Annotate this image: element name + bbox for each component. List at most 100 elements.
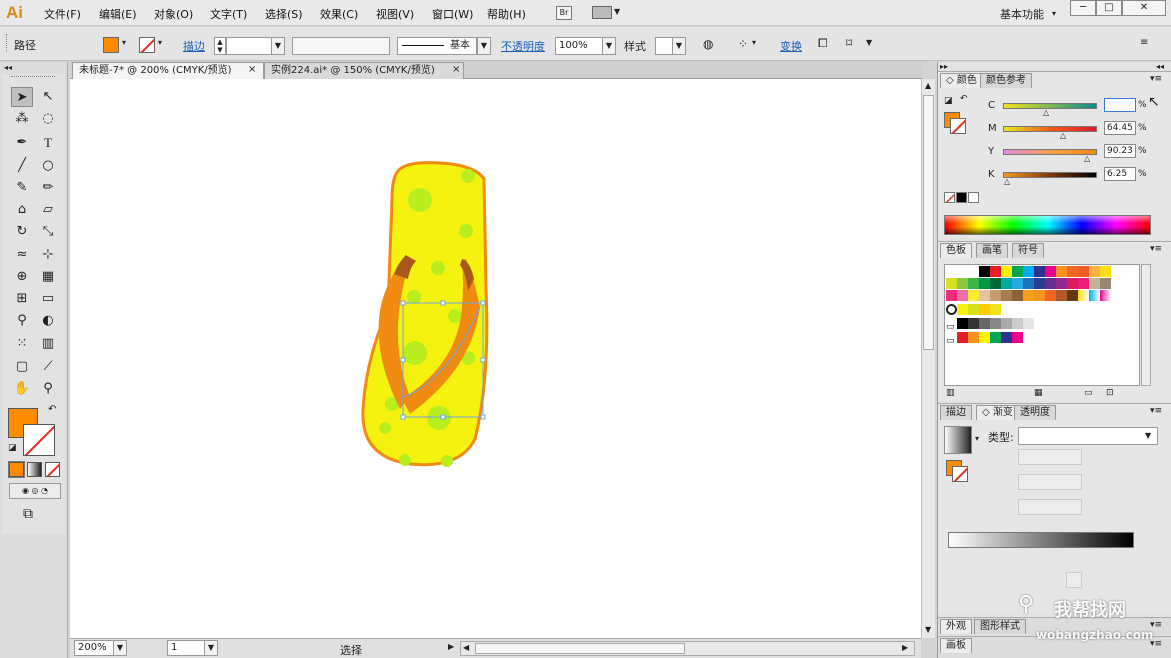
transform-link[interactable]: 变换 <box>780 38 802 54</box>
gradient-slider[interactable] <box>948 532 1134 548</box>
artboard-tool-icon[interactable]: ▢ <box>11 357 33 377</box>
tab-stroke[interactable]: 描边 <box>940 405 972 420</box>
swatch[interactable] <box>1078 278 1089 289</box>
swatch[interactable] <box>1001 266 1012 277</box>
grip-handle[interactable] <box>6 34 8 52</box>
swatch[interactable] <box>990 278 1001 289</box>
swatch[interactable] <box>979 332 990 343</box>
close-tab-icon[interactable]: × <box>452 64 460 75</box>
black-input[interactable]: 6.25 <box>1104 167 1136 181</box>
swatch[interactable] <box>968 266 979 277</box>
swatch[interactable] <box>968 278 979 289</box>
swatch[interactable] <box>1034 290 1045 301</box>
color-spectrum[interactable] <box>944 215 1151 235</box>
chevron-down-icon[interactable]: ▼ <box>113 640 127 656</box>
folder-icon[interactable]: ▭ <box>946 336 957 347</box>
minimize-button[interactable]: ─ <box>1070 0 1096 16</box>
stroke-swatch[interactable] <box>139 37 155 53</box>
swatch[interactable] <box>1067 290 1078 301</box>
selection-handle[interactable] <box>400 357 406 363</box>
stroke-link[interactable]: 描边 <box>183 38 205 54</box>
slider-thumb[interactable]: △ <box>1004 177 1010 186</box>
swatch[interactable] <box>1012 278 1023 289</box>
swatch[interactable] <box>1012 290 1023 301</box>
shape-builder-icon[interactable]: ⊕ <box>11 267 33 287</box>
swatch[interactable] <box>990 266 1001 277</box>
gradient-tool-icon[interactable]: ▭ <box>37 289 59 309</box>
swatch[interactable] <box>1056 278 1067 289</box>
chevron-down-icon[interactable]: ▼ <box>866 38 872 47</box>
swatch[interactable] <box>1034 266 1045 277</box>
swatch[interactable] <box>1023 278 1034 289</box>
line-tool-icon[interactable]: ╱ <box>11 156 33 176</box>
tab-color-guide[interactable]: 颜色参考 <box>980 73 1032 88</box>
collapse-icon[interactable]: ◂◂ <box>4 63 12 72</box>
tab-color[interactable]: ◇ 颜色 <box>940 73 983 88</box>
swatch[interactable] <box>990 318 1001 329</box>
stroke-color-box[interactable] <box>23 424 55 456</box>
swatch[interactable] <box>1045 278 1056 289</box>
brush-definition[interactable]: 基本 <box>397 37 477 55</box>
magenta-slider[interactable] <box>1003 126 1097 132</box>
swatch[interactable] <box>946 304 957 315</box>
gradient-stroke-swatch[interactable] <box>952 466 968 482</box>
swatch[interactable] <box>990 332 1001 343</box>
swatch[interactable] <box>1067 266 1078 277</box>
swatch[interactable] <box>957 304 968 315</box>
panel-menu-icon[interactable]: ▾≡ <box>1150 74 1162 84</box>
swatch-scrollbar[interactable] <box>1141 264 1151 386</box>
scroll-left-icon[interactable]: ◀ <box>463 643 469 652</box>
expand-icon[interactable]: ▸▸ <box>940 62 948 71</box>
current-tool-status[interactable]: 选择 <box>340 642 362 658</box>
tab-appearance[interactable]: 外观 <box>940 619 972 634</box>
swatch[interactable] <box>1001 290 1012 301</box>
selection-handle[interactable] <box>440 414 446 420</box>
flip-flop-artwork[interactable] <box>70 79 921 638</box>
tab-gradient[interactable]: ◇ 渐变 <box>976 405 1019 420</box>
tab-symbols[interactable]: 符号 <box>1012 243 1044 258</box>
default-colors-icon[interactable]: ◪ <box>944 96 953 106</box>
hand-tool-icon[interactable]: ✋ <box>11 379 33 399</box>
tab-transparency[interactable]: 透明度 <box>1014 405 1056 420</box>
selection-handle[interactable] <box>480 300 486 306</box>
scroll-thumb[interactable] <box>475 643 685 654</box>
blend-tool-icon[interactable]: ◐ <box>37 311 59 331</box>
artboard-canvas[interactable] <box>70 79 921 638</box>
chevron-down-icon[interactable]: ▾ <box>975 434 979 443</box>
swatch[interactable] <box>1034 278 1045 289</box>
swatch[interactable] <box>968 290 979 301</box>
swatch[interactable] <box>968 318 979 329</box>
swatch-library-icon[interactable]: ▥ <box>946 388 955 398</box>
eyedropper-icon[interactable]: ⚲ <box>11 311 33 331</box>
black-slider[interactable] <box>1003 172 1097 178</box>
swatch[interactable] <box>957 318 968 329</box>
swatch[interactable] <box>1089 278 1100 289</box>
yellow-slider[interactable] <box>1003 149 1097 155</box>
screen-mode-icon[interactable]: ⧉ <box>23 506 33 522</box>
pen-tool-icon[interactable]: ✒ <box>11 133 33 153</box>
slider-thumb[interactable]: △ <box>1043 108 1049 117</box>
horizontal-scrollbar[interactable]: ◀ ▶ <box>460 641 915 656</box>
chevron-down-icon[interactable]: ▼ <box>602 37 616 55</box>
swatch[interactable] <box>946 278 957 289</box>
blob-brush-icon[interactable]: ⌂ <box>11 200 33 220</box>
gradient-option-field[interactable] <box>1018 499 1082 515</box>
tab-example-224[interactable]: 实例224.ai* @ 150% (CMYK/预览) <box>264 62 464 79</box>
swatch[interactable] <box>979 318 990 329</box>
swap-colors-icon[interactable]: ↶ <box>960 94 968 104</box>
default-colors-icon[interactable]: ◪ <box>8 443 17 453</box>
stroke-weight-stepper[interactable]: ▲ ▼ <box>214 37 226 55</box>
column-graph-icon[interactable]: ▥ <box>37 334 59 354</box>
envelope-icon[interactable]: ⌑ <box>846 36 852 50</box>
chevron-down-icon[interactable]: ▼ <box>271 37 285 55</box>
gradient-type-select[interactable]: ▼ <box>1018 427 1158 445</box>
vertical-scrollbar[interactable]: ▲ ▼ <box>921 79 935 638</box>
swatch[interactable] <box>1001 278 1012 289</box>
isolate-icon[interactable]: ⧠ <box>818 36 828 51</box>
none-mode-button[interactable] <box>45 462 60 477</box>
swatch[interactable] <box>1056 266 1067 277</box>
workspace-switcher[interactable]: 基本功能 <box>1000 6 1044 22</box>
selection-handle[interactable] <box>480 357 486 363</box>
chevron-down-icon[interactable]: ▼ <box>477 37 491 55</box>
swatch[interactable] <box>957 266 968 277</box>
